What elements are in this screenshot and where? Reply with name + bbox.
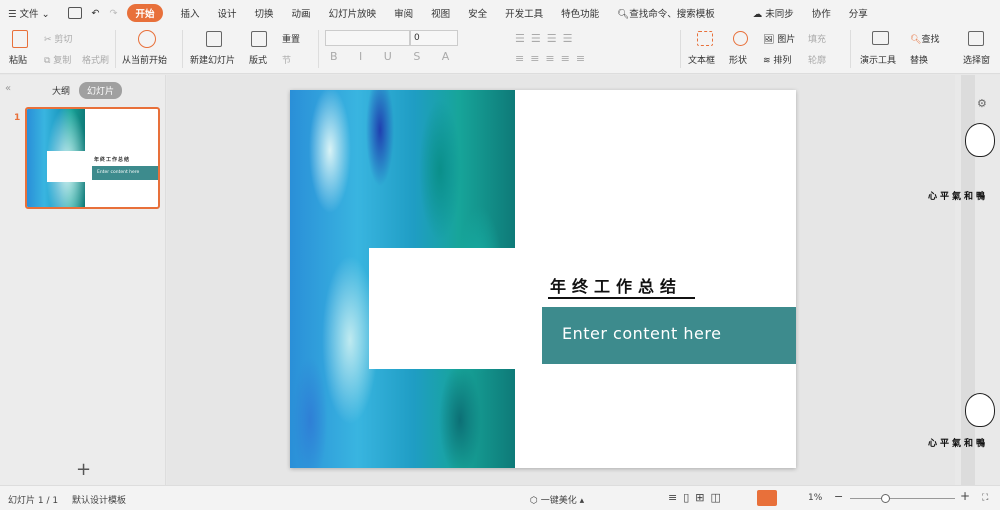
file-label: 文件 [19,9,39,20]
zoom-slider-handle[interactable] [881,494,890,503]
find-button[interactable]: 🔍︎查找 [910,32,939,45]
duck-sticker-icon [965,123,995,157]
zoom-slider[interactable] [850,498,955,499]
font-size-select[interactable]: 0 [410,30,458,46]
picture-label: 图片 [777,35,796,45]
duck-sticker-icon [965,393,995,427]
beautify-label: 一键美化 [540,496,577,506]
outline-button[interactable]: 轮廓 [808,53,826,66]
fill-button[interactable]: 填充 [808,32,826,45]
tab-special[interactable]: 特色功能 [561,6,599,20]
new-slide-icon[interactable] [206,31,222,47]
section-button[interactable]: 节 [282,53,291,66]
search-command[interactable]: 🔍︎查找命令、搜索模板 [617,6,715,20]
view-buttons[interactable]: ≡▯⊞◫ [668,491,727,504]
tab-outline[interactable]: 大纲 [52,84,70,97]
menu-bar: ☰ 文件 ⌄ ↶ ↷ 开始 插入 设计 切换 动画 幻灯片放映 审阅 视图 安全… [0,0,1000,26]
right-sidebar: ⚙︎ 心平氣和鴨 心平氣和鴨 [928,75,1000,485]
reset-button[interactable]: 重置 [282,32,300,45]
zoom-out-button[interactable]: − [834,490,843,503]
copy-label: 复制 [53,56,72,66]
share-button[interactable]: 分享 [849,6,868,20]
slide-number: 1 [14,113,21,123]
tab-view[interactable]: 视图 [431,6,450,20]
status-bar: 幻灯片 1 / 1 默认设计模板 ⬡ 一键美化 ▴ ≡▯⊞◫ 1% − + ⛶ [0,485,1000,510]
save-icon[interactable] [67,7,82,19]
tab-transition[interactable]: 切换 [255,6,274,20]
sync-button[interactable]: ☁ 未同步 [753,6,794,20]
tab-review[interactable]: 审阅 [394,6,413,20]
textbox-button[interactable]: 文本框 [688,53,715,66]
beautify-button[interactable]: ⬡ 一键美化 ▴ [530,493,584,506]
tab-developer[interactable]: 开发工具 [505,6,543,20]
replace-button[interactable]: 替换 [910,53,928,66]
watermark-text: 心平氣和鴨 [928,192,989,202]
paste-button[interactable]: 粘贴 [9,53,27,66]
thumb-title: 年终工作总结 [94,157,131,163]
thumb-white-box [47,151,85,182]
present-tools-icon[interactable] [872,31,889,45]
play-slideshow-button[interactable] [757,490,777,506]
collapse-panel-icon[interactable]: « [5,83,11,94]
white-box [369,248,515,369]
cut-button[interactable]: ✂ 剪切 [44,32,72,45]
tab-slideshow[interactable]: 幻灯片放映 [329,6,377,20]
cut-label: 剪切 [54,35,73,45]
find-label: 查找 [921,35,940,45]
paste-icon[interactable] [12,30,28,48]
layout-icon[interactable] [251,31,267,47]
slide[interactable]: 年终工作总结 Enter content here [290,90,796,468]
text-format-buttons[interactable]: B I U S A [330,50,458,63]
shape-button[interactable]: 形状 [729,53,747,66]
ribbon: 粘贴 ✂ 剪切 ⧉ 复制 格式刷 从当前开始 新建幻灯片 版式 重置 节 0 B… [0,26,1000,74]
tab-slides[interactable]: 幻灯片 [79,82,123,99]
add-slide-button[interactable]: + [76,459,91,480]
format-painter-button[interactable]: 格式刷 [82,53,109,66]
play-icon[interactable] [138,30,156,48]
arrange-label: 排列 [773,56,792,66]
textbox-icon[interactable] [697,31,713,46]
align-buttons[interactable]: ≡≡≡≡≡ [515,52,591,65]
tab-security[interactable]: 安全 [468,6,487,20]
select-pane-icon[interactable] [968,31,984,46]
copy-button[interactable]: ⧉ 复制 [44,53,71,66]
thumb-content: Enter content here [92,166,158,180]
present-tools-button[interactable]: 演示工具 [860,53,896,66]
title-underline [548,297,695,299]
tab-home[interactable]: 开始 [127,4,163,22]
new-slide-button[interactable]: 新建幻灯片 [190,53,235,66]
font-family-select[interactable] [325,30,410,46]
layout-button[interactable]: 版式 [249,53,267,66]
tab-animation[interactable]: 动画 [292,6,311,20]
tab-insert[interactable]: 插入 [181,6,200,20]
paragraph-buttons[interactable]: ☰☰☰☰ [515,32,578,45]
tab-design[interactable]: 设计 [218,6,237,20]
select-pane-button[interactable]: 选择窗 [963,53,990,66]
fit-window-icon[interactable]: ⛶ [982,493,988,503]
watermark-text-2: 心平氣和鴨 [928,439,989,449]
zoom-level[interactable]: 1% [808,493,822,503]
zoom-in-button[interactable]: + [960,489,970,503]
from-current-button[interactable]: 从当前开始 [122,53,167,66]
sync-label: 未同步 [765,9,794,20]
collab-button[interactable]: 协作 [812,6,831,20]
slide-count: 幻灯片 1 / 1 [8,496,59,506]
shape-icon[interactable] [733,31,748,46]
slide-thumbnail[interactable]: 年终工作总结 Enter content here [25,107,160,209]
file-menu[interactable]: ☰ 文件 ⌄ [8,6,50,20]
arrange-button[interactable]: ≋ 排列 [763,53,791,66]
content-box[interactable]: Enter content here [542,307,796,364]
slide-title[interactable]: 年终工作总结 [550,273,682,297]
redo-icon[interactable]: ↷ [110,8,118,19]
search-label: 查找命令、搜索模板 [629,9,715,20]
settings-icon[interactable]: ⚙︎ [977,97,987,110]
undo-icon[interactable]: ↶ [92,8,100,19]
picture-button[interactable]: 🖼︎ 图片 [763,32,795,45]
template-name[interactable]: 默认设计模板 [72,493,126,506]
